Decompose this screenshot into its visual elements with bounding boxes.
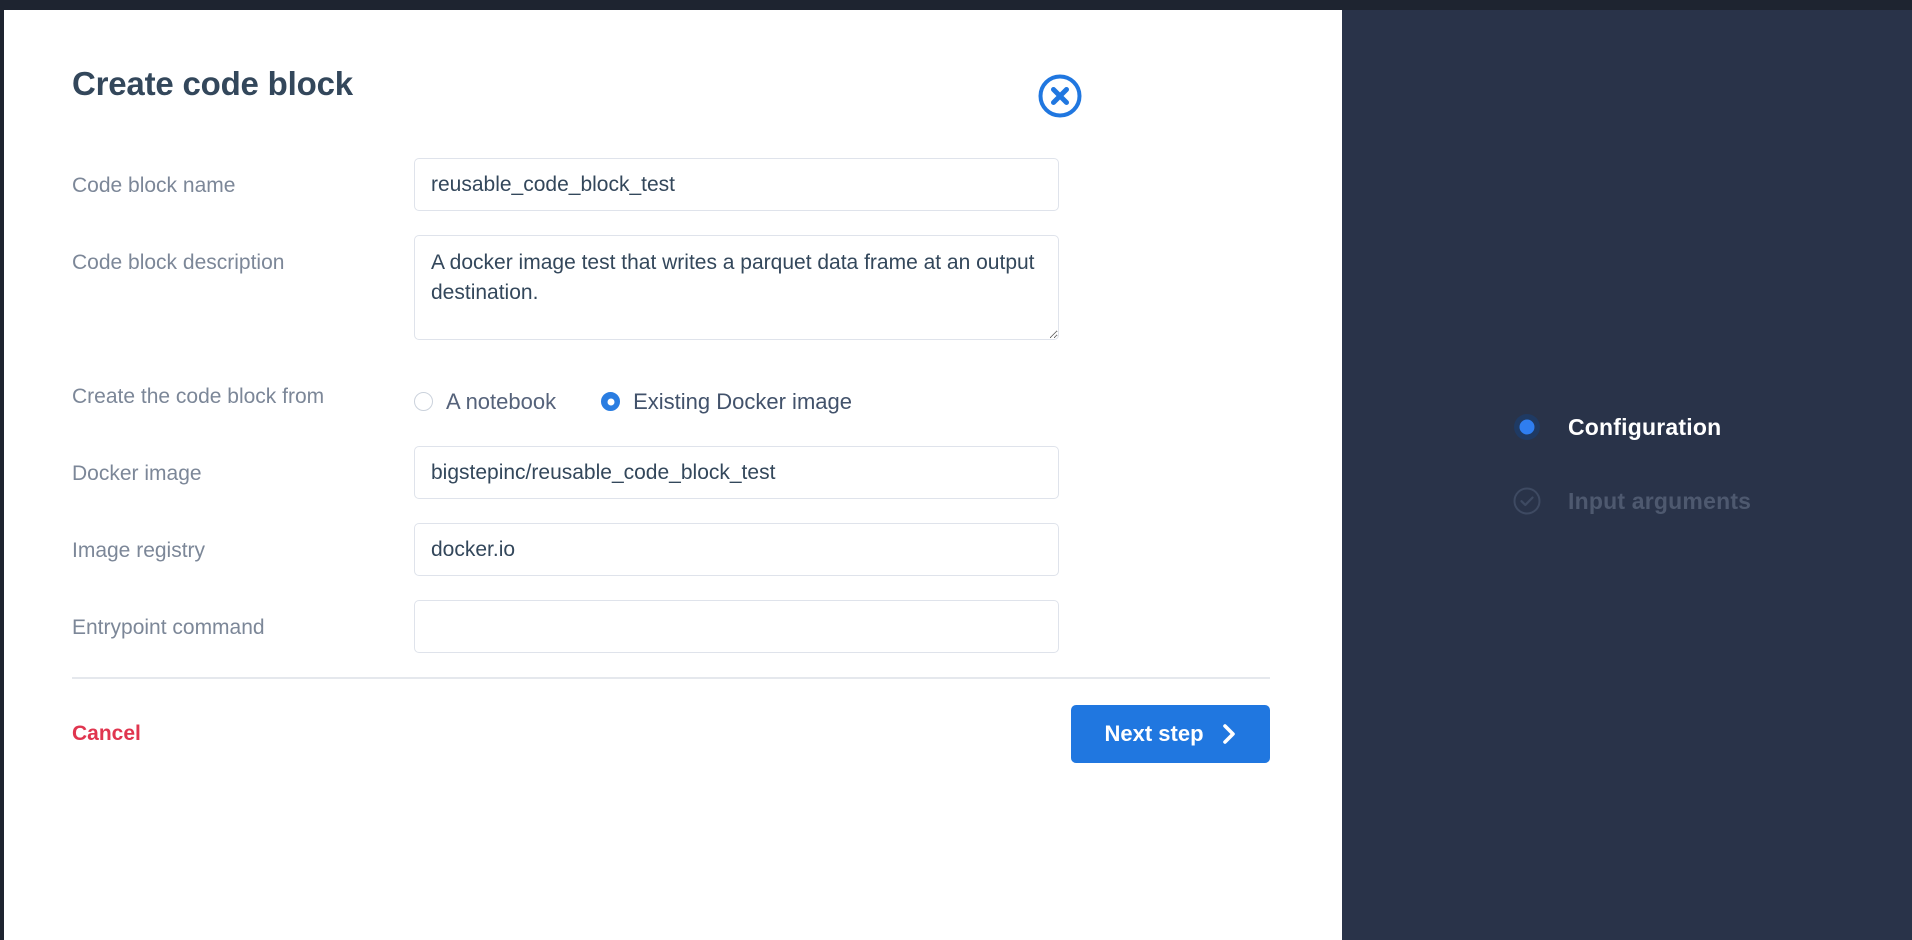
label-code-block-name: Code block name <box>72 174 236 197</box>
field-area-entrypoint-command <box>414 600 1059 653</box>
cancel-button[interactable]: Cancel <box>72 712 155 756</box>
wizard-steps: Configuration Input arguments <box>1512 412 1912 516</box>
label-create-from: Create the code block from <box>72 385 325 408</box>
entrypoint-command-input[interactable] <box>414 600 1059 653</box>
field-row-docker-image: Docker image <box>72 446 1270 499</box>
radio-label-a-notebook: A notebook <box>446 388 557 414</box>
check-circle-icon <box>1512 486 1542 516</box>
label-code-block-description: Code block description <box>72 251 285 274</box>
window-top-bar <box>0 0 1912 10</box>
radio-filled-icon <box>1512 412 1542 442</box>
create-code-block-modal: Create code block Code block name reusab… <box>0 0 1342 940</box>
step-input-arguments[interactable]: Input arguments <box>1512 486 1912 516</box>
code-block-description-textarea[interactable] <box>414 235 1059 340</box>
step-configuration[interactable]: Configuration <box>1512 412 1912 442</box>
app-screen: Create code block Code block name reusab… <box>0 0 1912 940</box>
radio-unselected-icon <box>414 392 433 411</box>
label-image-registry: Image registry <box>72 539 206 562</box>
field-area-docker-image <box>414 446 1059 499</box>
label-entrypoint-command: Entrypoint command <box>72 616 265 639</box>
radio-selected-icon <box>601 392 621 411</box>
page-title: Create code block <box>72 65 353 102</box>
next-step-label: Next step <box>1104 721 1204 746</box>
image-registry-input[interactable] <box>414 523 1059 576</box>
radio-option-a-notebook[interactable]: A notebook <box>414 389 556 415</box>
field-row-image-registry: Image registry <box>72 523 1270 576</box>
chevron-right-icon <box>1222 723 1237 745</box>
field-row-code-block-description: Code block description <box>72 235 1270 345</box>
create-from-radio-group: A notebook Existing Docker image <box>414 369 1059 422</box>
field-area-code-block-name <box>414 158 1059 211</box>
window-left-edge <box>0 0 4 940</box>
field-area-code-block-description <box>414 235 1059 345</box>
field-area-image-registry <box>414 523 1059 576</box>
field-area-create-from: A notebook Existing Docker image <box>414 369 1059 422</box>
code-block-name-input[interactable] <box>414 158 1059 211</box>
radio-label-existing-docker-image: Existing Docker image <box>633 388 852 414</box>
step-label-configuration: Configuration <box>1568 413 1722 440</box>
wizard-stepper-panel: Configuration Input arguments <box>1342 0 1912 940</box>
radio-option-existing-docker-image[interactable]: Existing Docker image <box>601 389 852 415</box>
field-row-entrypoint-command: Entrypoint command <box>72 600 1270 653</box>
docker-image-input[interactable] <box>414 446 1059 499</box>
label-docker-image: Docker image <box>72 462 202 485</box>
page-body: Create code block Code block name reusab… <box>0 0 1912 940</box>
field-row-code-block-name: Code block name <box>72 158 1270 211</box>
modal-footer: Cancel Next step <box>72 679 1270 789</box>
field-row-create-from: Create the code block from A notebook Ex… <box>72 369 1270 422</box>
modal-header: Create code block <box>72 0 1270 150</box>
next-step-button[interactable]: Next step <box>1071 705 1270 763</box>
close-icon[interactable] <box>1034 70 1086 122</box>
code-block-form: Code block name Code block description C… <box>72 158 1270 653</box>
step-label-input-arguments: Input arguments <box>1568 487 1752 514</box>
